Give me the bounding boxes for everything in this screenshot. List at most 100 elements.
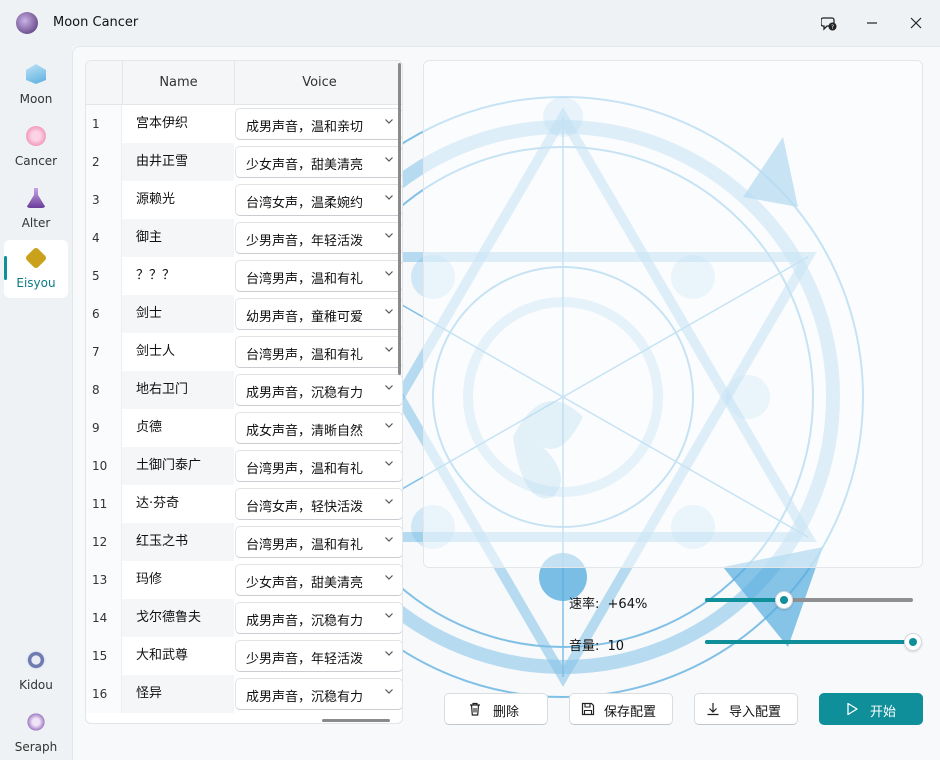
- seraph-icon: [26, 712, 46, 732]
- rate-label: 速率: +64%: [569, 593, 647, 612]
- voice-select[interactable]: 台湾女声，轻快活泼: [235, 488, 402, 520]
- table-row[interactable]: 10 土御门泰广 台湾男声，温和有礼: [86, 447, 402, 485]
- delete-button-label: 删除: [493, 705, 520, 720]
- volume-slider[interactable]: [705, 633, 922, 651]
- column-header-name[interactable]: Name: [122, 61, 234, 105]
- row-index: 6: [86, 295, 122, 333]
- chevron-down-icon: [384, 344, 394, 357]
- voice-select[interactable]: 少男声音，年轻活泼: [235, 222, 402, 254]
- character-name: 地右卫门: [122, 371, 234, 409]
- table-row[interactable]: 9 贞德 成女声音，清晰自然: [86, 409, 402, 447]
- table-row[interactable]: 4 御主 少男声音，年轻活泼: [86, 219, 402, 257]
- close-button[interactable]: [896, 8, 936, 38]
- horizontal-scrollbar[interactable]: [322, 719, 390, 722]
- voice-select[interactable]: 台湾男声，温和有礼: [235, 526, 402, 558]
- minimize-button[interactable]: [852, 8, 892, 38]
- table-row[interactable]: 16 怪异 成男声音，沉稳有力: [86, 675, 402, 713]
- save-config-button[interactable]: 保存配置: [569, 693, 673, 725]
- voice-select[interactable]: 成男声音，沉稳有力: [235, 602, 402, 634]
- close-icon: [910, 17, 922, 29]
- table-row[interactable]: 14 戈尔德鲁夫 成男声音，沉稳有力: [86, 599, 402, 637]
- voice-select-value: 台湾男声，温和有礼: [246, 272, 364, 287]
- table-row[interactable]: 3 源赖光 台湾女声，温柔婉约: [86, 181, 402, 219]
- sidebar-item-label: Cancer: [14, 154, 58, 168]
- row-index: 14: [86, 599, 122, 637]
- row-index: 4: [86, 219, 122, 257]
- voice-select-value: 台湾男声，温和有礼: [246, 348, 364, 363]
- character-name: 土御门泰广: [122, 447, 234, 485]
- help-button[interactable]: ?: [809, 8, 849, 38]
- window-title: Moon Cancer: [53, 15, 139, 30]
- sidebar-item-seraph[interactable]: Seraph: [4, 704, 68, 760]
- voice-select[interactable]: 成男声音，温和亲切: [235, 108, 402, 140]
- vertical-scrollbar[interactable]: [398, 63, 401, 375]
- row-index: 10: [86, 447, 122, 485]
- delete-button[interactable]: 删除: [444, 693, 548, 725]
- import-config-button[interactable]: 导入配置: [694, 693, 798, 725]
- column-header-voice[interactable]: Voice: [234, 61, 402, 105]
- table-header: Name Voice: [86, 61, 402, 105]
- voice-select-value: 成男声音，沉稳有力: [246, 386, 364, 401]
- voice-select[interactable]: 成男声音，沉稳有力: [235, 678, 402, 710]
- table-row[interactable]: 5 ？？？ 台湾男声，温和有礼: [86, 257, 402, 295]
- voice-select[interactable]: 幼男声音，童稚可爱: [235, 298, 402, 330]
- rate-slider[interactable]: [705, 591, 913, 609]
- voice-select[interactable]: 台湾男声，温和有礼: [235, 260, 402, 292]
- row-index: 9: [86, 409, 122, 447]
- voice-select[interactable]: 成女声音，清晰自然: [235, 412, 402, 444]
- main-panel: Name Voice 1 宫本伊织 成男声音，温和亲切 2 由井正雪 少女声音，甜美清亮 3…: [72, 46, 940, 760]
- chevron-down-icon: [384, 648, 394, 661]
- voice-select[interactable]: 少女声音，甜美清亮: [235, 564, 402, 596]
- chevron-down-icon: [384, 382, 394, 395]
- sidebar-item-moon[interactable]: Moon: [4, 56, 68, 114]
- table-row[interactable]: 8 地右卫门 成男声音，沉稳有力: [86, 371, 402, 409]
- row-index: 12: [86, 523, 122, 561]
- chevron-down-icon: [384, 116, 394, 129]
- character-name: 红玉之书: [122, 523, 234, 561]
- table-row[interactable]: 6 剑士 幼男声音，童稚可爱: [86, 295, 402, 333]
- sidebar: Moon Cancer Alter Eisyou Kidou Seraph: [0, 46, 72, 760]
- table-row[interactable]: 7 剑士人 台湾男声，温和有礼: [86, 333, 402, 371]
- potion-icon: [26, 188, 46, 208]
- sidebar-item-label: Eisyou: [16, 276, 56, 290]
- sidebar-item-eisyou[interactable]: Eisyou: [4, 240, 68, 298]
- voice-select[interactable]: 成男声音，沉稳有力: [235, 374, 402, 406]
- volume-slider-thumb[interactable]: [904, 633, 922, 651]
- sidebar-item-kidou[interactable]: Kidou: [4, 642, 68, 700]
- voice-select[interactable]: 少女声音，甜美清亮: [235, 146, 402, 178]
- character-name: 玛修: [136, 572, 163, 587]
- voice-table: Name Voice 1 宫本伊织 成男声音，温和亲切 2 由井正雪 少女声音，甜美清亮 3…: [85, 60, 403, 724]
- voice-select[interactable]: 台湾女声，温柔婉约: [235, 184, 402, 216]
- sidebar-item-alter[interactable]: Alter: [4, 180, 68, 238]
- preview-panel: [423, 60, 923, 568]
- voice-select-value: 台湾女声，温柔婉约: [246, 196, 364, 211]
- table-row[interactable]: 12 红玉之书 台湾男声，温和有礼: [86, 523, 402, 561]
- row-index: 13: [86, 561, 122, 599]
- voice-select[interactable]: 台湾男声，温和有礼: [235, 450, 402, 482]
- chevron-down-icon: [384, 268, 394, 281]
- start-button[interactable]: 开始: [819, 693, 923, 725]
- voice-select[interactable]: 少男声音，年轻活泼: [235, 640, 402, 672]
- table-row[interactable]: 13 玛修 少女声音，甜美清亮: [86, 561, 402, 599]
- start-button-label: 开始: [870, 705, 897, 720]
- voice-select-value: 少男声音，年轻活泼: [246, 652, 364, 667]
- chevron-down-icon: [384, 534, 394, 547]
- sakura-icon: [26, 126, 46, 146]
- chevron-down-icon: [384, 496, 394, 509]
- sidebar-item-label: Alter: [21, 216, 51, 230]
- chevron-down-icon: [384, 192, 394, 205]
- character-name: 怪异: [122, 675, 234, 713]
- table-row[interactable]: 11 达·芬奇 台湾女声，轻快活泼: [86, 485, 402, 523]
- rate-slider-thumb[interactable]: [775, 591, 793, 609]
- chevron-down-icon: [384, 230, 394, 243]
- svg-text:?: ?: [831, 24, 834, 31]
- table-row[interactable]: 2 由井正雪 少女声音，甜美清亮: [86, 143, 402, 181]
- rate-slider-fill: [705, 598, 784, 602]
- voice-select-value: 少男声音，年轻活泼: [246, 234, 364, 249]
- sidebar-item-cancer[interactable]: Cancer: [4, 118, 68, 176]
- voice-select-value: 台湾男声，温和有礼: [246, 538, 364, 553]
- column-header-index: [86, 61, 122, 105]
- voice-select[interactable]: 台湾男声，温和有礼: [235, 336, 402, 368]
- table-row[interactable]: 15 大和武尊 少男声音，年轻活泼: [86, 637, 402, 675]
- table-row[interactable]: 1 宫本伊织 成男声音，温和亲切: [86, 105, 402, 143]
